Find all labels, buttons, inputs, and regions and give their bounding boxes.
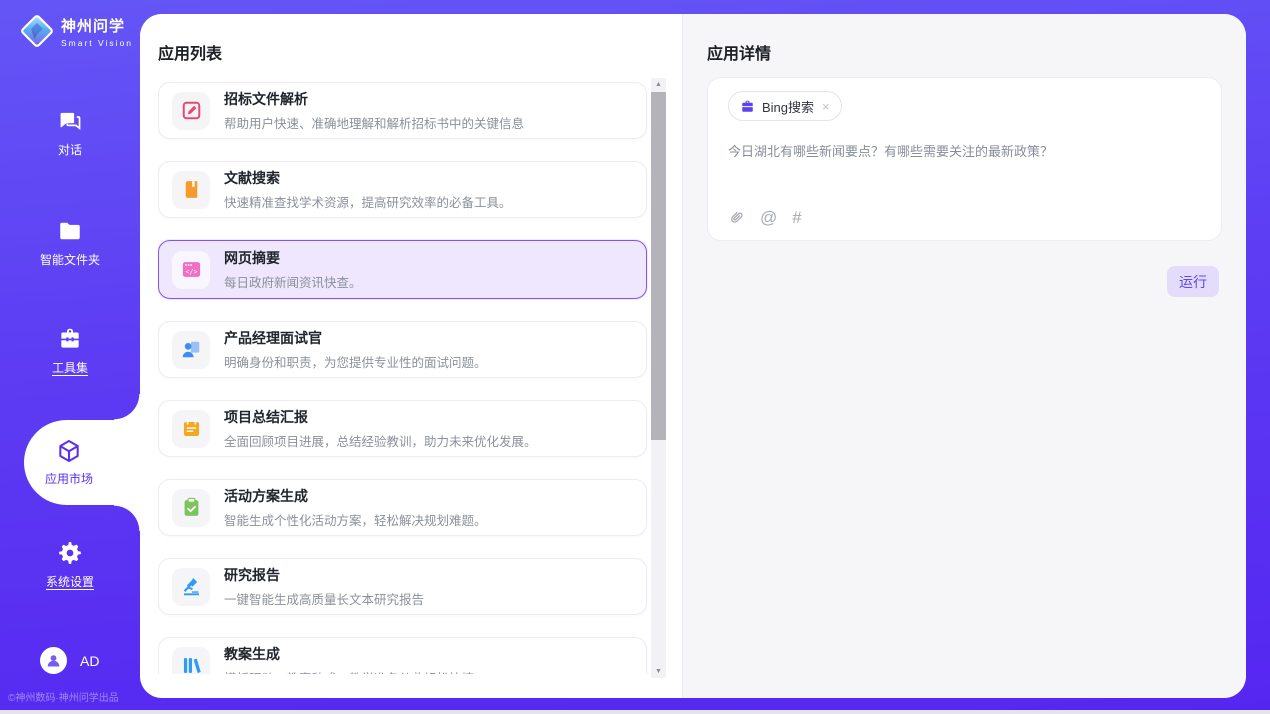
app-list-item[interactable]: 项目总结汇报 全面回顾项目进展，总结经验教训，助力未来优化发展。 [158,400,647,457]
app-icon-tile [172,331,210,369]
app-icon-tile [172,92,210,130]
app-list-item[interactable]: 研究报告 一键智能生成高质量长文本研究报告 [158,558,647,615]
app-icon-tile [172,647,210,675]
books-icon [181,655,202,674]
avatar[interactable] [40,647,67,674]
app-desc: 模板驱动，教案秒成，教学准备从此轻松快捷 [224,668,474,674]
app-list-title: 应用列表 [158,40,682,64]
tool-tag-label: Bing搜索 [762,97,814,116]
app-list-item[interactable]: 文献搜索 快速精准查找学术资源，提高研究效率的必备工具。 [158,161,647,218]
query-text[interactable]: 今日湖北有哪些新闻要点？有哪些需要关注的最新政策？ [728,142,1201,162]
app-list-item[interactable]: 教案生成 模板驱动，教案秒成，教学准备从此轻松快捷 [158,637,647,674]
app-name: 活动方案生成 [224,486,487,506]
app-desc: 全面回顾项目进展，总结经验教训，助力未来优化发展。 [224,431,537,450]
app-list-item[interactable]: 招标文件解析 帮助用户快速、准确地理解和解析招标书中的关键信息 [158,82,647,139]
sidebar: 神州问学 Smart Vision 对话 智能文件夹 工具集 应用市场 系统设置… [0,0,140,714]
app-icon-tile [172,568,210,606]
hash-icon[interactable]: # [792,209,801,226]
sidebar-item-app-market[interactable]: 应用市场 [24,420,140,505]
cube-icon [56,438,82,464]
app-name: 产品经理面试官 [224,328,487,348]
app-desc: 智能生成个性化活动方案，轻松解决规划难题。 [224,510,487,529]
edit-document-icon [181,100,202,121]
clipboard-check-icon [181,497,202,518]
user-initials: AD [80,653,99,669]
briefcase-icon [740,99,755,114]
mention-icon[interactable]: @ [760,209,777,226]
run-button[interactable]: 运行 [1167,266,1219,297]
app-detail-title: 应用详情 [707,40,1222,64]
scrollbar-down-arrow[interactable]: ▼ [651,665,666,678]
app-desc: 快速精准查找学术资源，提高研究效率的必备工具。 [224,192,512,211]
app-list-item[interactable]: 产品经理面试官 明确身份和职责，为您提供专业性的面试问题。 [158,321,647,378]
query-card[interactable]: Bing搜索 × 今日湖北有哪些新闻要点？有哪些需要关注的最新政策？ @# [707,77,1222,241]
tool-tag[interactable]: Bing搜索 × [728,91,842,121]
toolbox-icon [57,326,83,352]
research-report-icon [181,576,202,597]
app-name: 文献搜索 [224,168,512,188]
app-desc: 一键智能生成高质量长文本研究报告 [224,589,424,608]
input-toolbar: @# [728,209,1201,226]
app-icon-tile: </> [172,251,210,289]
run-row: 运行 [707,266,1222,297]
app-name: 招标文件解析 [224,89,524,109]
sidebar-item-settings[interactable]: 系统设置 [0,540,140,590]
user-row[interactable]: AD [40,647,99,674]
webpage-code-icon: </> [181,259,202,280]
sidebar-nav: 对话 智能文件夹 工具集 应用市场 系统设置 [0,0,140,714]
bottom-edge-strip [0,710,1270,714]
app-list-scrollbar[interactable]: ▲ ▼ [651,78,666,678]
copyright-text: ©神州数码·神州问学出品 [8,689,119,704]
app-desc: 帮助用户快速、准确地理解和解析招标书中的关键信息 [224,113,524,132]
app-icon-tile [172,410,210,448]
app-name: 教案生成 [224,644,474,664]
folder-icon [57,218,83,244]
attachment-icon[interactable] [728,209,745,226]
app-desc: 明确身份和职责，为您提供专业性的面试问题。 [224,352,487,371]
scrollbar-up-arrow[interactable]: ▲ [651,78,666,91]
chat-icon [57,108,83,134]
app-desc: 每日政府新闻资讯快查。 [224,272,362,291]
svg-text:</>: </> [185,268,197,276]
app-detail-panel: 应用详情 Bing搜索 × 今日湖北有哪些新闻要点？有哪些需要关注的最新政策？ … [682,14,1246,698]
sidebar-item-toolkit[interactable]: 工具集 [0,326,140,376]
app-name: 网页摘要 [224,248,362,268]
tag-close-icon[interactable]: × [822,99,830,114]
app-list-panel: 应用列表 招标文件解析 帮助用户快速、准确地理解和解析招标书中的关键信息 文献搜… [140,14,682,698]
main-content: 应用列表 招标文件解析 帮助用户快速、准确地理解和解析招标书中的关键信息 文献搜… [140,14,1246,698]
sidebar-item-smart-folders[interactable]: 智能文件夹 [0,218,140,268]
app-list-item[interactable]: </> 网页摘要 每日政府新闻资讯快查。 [158,240,647,299]
calendar-note-icon [181,418,202,439]
sidebar-item-chat[interactable]: 对话 [0,108,140,158]
app-list-item[interactable]: 活动方案生成 智能生成个性化活动方案，轻松解决规划难题。 [158,479,647,536]
app-icon-tile [172,171,210,209]
interviewer-icon [181,339,202,360]
app-icon-tile [172,489,210,527]
scrollbar-thumb[interactable] [651,92,666,440]
app-name: 项目总结汇报 [224,407,537,427]
app-list: 招标文件解析 帮助用户快速、准确地理解和解析招标书中的关键信息 文献搜索 快速精… [158,74,650,674]
app-name: 研究报告 [224,565,424,585]
book-icon [181,179,202,200]
gear-icon [57,540,83,566]
